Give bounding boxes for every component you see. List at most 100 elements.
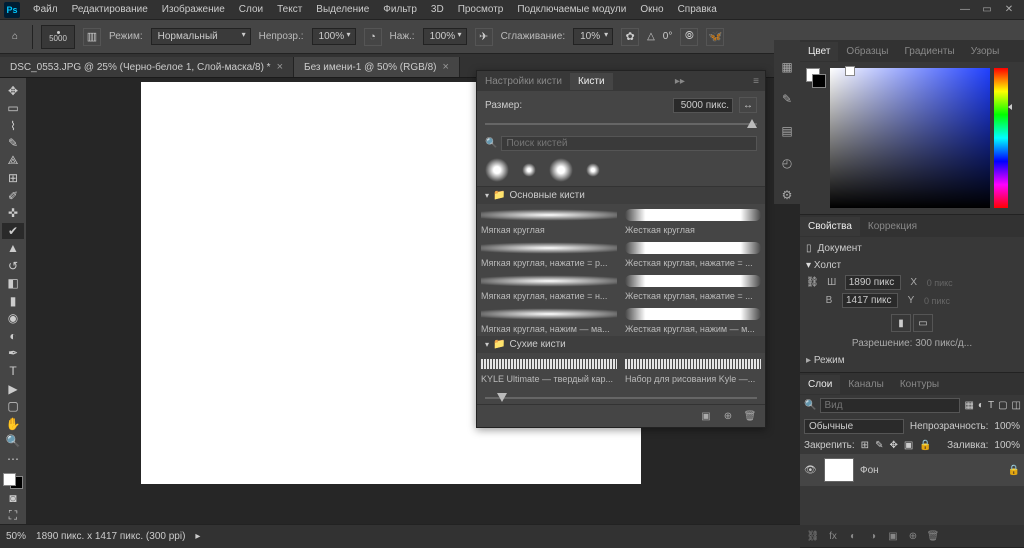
- lock-icon[interactable]: 🔒: [1008, 465, 1020, 476]
- brush-preset[interactable]: Мягкая круглая, нажим — ма...: [477, 303, 621, 336]
- blur-tool[interactable]: ◉: [2, 311, 24, 327]
- libraries-icon[interactable]: ⚙: [778, 186, 796, 204]
- filter-type-icon[interactable]: T: [988, 400, 994, 411]
- tab-brushes[interactable]: Кисти: [570, 73, 613, 90]
- flow-input[interactable]: 100%: [423, 28, 467, 45]
- smoothing-options-icon[interactable]: ✿: [621, 28, 639, 46]
- brush-preset[interactable]: Жесткая круглая, нажатие = ...: [621, 237, 765, 270]
- frame-tool[interactable]: ⊞: [2, 171, 24, 187]
- brush-preset[interactable]: Мягкая круглая, нажатие = р...: [477, 237, 621, 270]
- visibility-toggle[interactable]: 👁: [804, 465, 818, 476]
- layer-mask-icon[interactable]: ◐: [844, 528, 862, 544]
- maximize-button[interactable]: ▭: [978, 3, 996, 17]
- brush-preset[interactable]: Мягкая круглая, нажатие = н...: [477, 270, 621, 303]
- document-info[interactable]: 1890 пикс. x 1417 пикс. (300 ppi): [36, 531, 185, 542]
- document-tab[interactable]: DSC_0553.JPG @ 25% (Черно-белое 1, Слой-…: [0, 57, 294, 77]
- brush-preset[interactable]: KYLE Ultimate — угольный ка...: [477, 386, 621, 392]
- stamp-tool[interactable]: ▲: [2, 241, 24, 257]
- delete-brush-icon[interactable]: 🗑: [743, 409, 757, 423]
- menu-слои[interactable]: Слои: [232, 2, 270, 17]
- zoom-tool[interactable]: 🔍: [2, 433, 24, 449]
- brush-size-slider[interactable]: [485, 119, 757, 129]
- panel-tab[interactable]: Узоры: [963, 42, 1008, 61]
- brush-preset[interactable]: KYLE Ultimate — твердый кар...: [477, 353, 621, 386]
- layer-opacity-value[interactable]: 100%: [994, 421, 1020, 432]
- brush-preset[interactable]: Неровная угольная текстура...: [621, 386, 765, 392]
- home-icon[interactable]: ⌂: [6, 28, 24, 46]
- blend-mode-dropdown[interactable]: Нормальный: [151, 28, 251, 45]
- marquee-tool[interactable]: ▭: [2, 101, 24, 117]
- lock-pixels-icon[interactable]: ⊞: [861, 440, 869, 451]
- panel-tab[interactable]: Каналы: [840, 375, 892, 394]
- type-tool[interactable]: T: [2, 363, 24, 379]
- recent-brush[interactable]: [517, 158, 541, 182]
- panel-tab[interactable]: Образцы: [838, 42, 896, 61]
- brush-preview-slider[interactable]: [485, 394, 757, 402]
- close-tab-icon[interactable]: ×: [277, 61, 283, 73]
- filter-adjust-icon[interactable]: ◐: [978, 400, 984, 411]
- brushes-icon[interactable]: ▤: [778, 122, 796, 140]
- height-input[interactable]: [842, 293, 898, 308]
- menu-просмотр[interactable]: Просмотр: [451, 2, 511, 17]
- symmetry-icon[interactable]: 🦋: [706, 28, 724, 46]
- zoom-level[interactable]: 50%: [6, 531, 26, 542]
- brush-preset-picker[interactable]: 5000: [41, 25, 75, 49]
- brush-preset[interactable]: Мягкая круглая: [477, 204, 621, 237]
- fill-value[interactable]: 100%: [994, 440, 1020, 451]
- smoothing-input[interactable]: 10%: [573, 28, 613, 45]
- saturation-brightness-field[interactable]: [830, 68, 990, 208]
- layer-filter-input[interactable]: [820, 398, 960, 413]
- brush-size-input[interactable]: [673, 98, 733, 113]
- brush-settings-icon[interactable]: ✎: [778, 90, 796, 108]
- brush-preset[interactable]: Набор для рисования Kyle —...: [621, 353, 765, 386]
- quickmask-toggle[interactable]: ◙: [2, 490, 24, 506]
- menu-подключаемые модули[interactable]: Подключаемые модули: [510, 2, 633, 17]
- gradient-tool[interactable]: ▮: [2, 293, 24, 309]
- delete-layer-icon[interactable]: 🗑: [924, 528, 942, 544]
- edit-toolbar[interactable]: ⋯: [2, 451, 24, 467]
- brush-search-input[interactable]: [501, 136, 757, 151]
- crop-tool[interactable]: ⟁: [2, 153, 24, 169]
- tab-brush-settings[interactable]: Настройки кисти: [477, 73, 570, 90]
- hue-slider[interactable]: [994, 68, 1008, 208]
- quick-select-tool[interactable]: ✎: [2, 136, 24, 152]
- eyedropper-tool[interactable]: ✐: [2, 188, 24, 204]
- collapse-panel-icon[interactable]: ▸▸: [669, 76, 691, 87]
- recent-brush[interactable]: [549, 158, 573, 182]
- brush-preset[interactable]: Жесткая круглая: [621, 204, 765, 237]
- path-select-tool[interactable]: ▶: [2, 381, 24, 397]
- portrait-button[interactable]: ▮: [891, 314, 911, 332]
- panel-tab[interactable]: Свойства: [800, 217, 860, 236]
- history-brush-tool[interactable]: ↺: [2, 258, 24, 274]
- recent-brush[interactable]: [485, 158, 509, 182]
- dodge-tool[interactable]: ◐: [2, 328, 24, 344]
- screen-mode[interactable]: ⛶: [2, 507, 24, 523]
- brush-folder[interactable]: ▾📁Сухие кисти: [477, 336, 765, 353]
- menu-выделение[interactable]: Выделение: [309, 2, 376, 17]
- landscape-button[interactable]: ▭: [913, 314, 933, 332]
- info-chevron[interactable]: ▸: [195, 531, 200, 542]
- hand-tool[interactable]: ✋: [2, 416, 24, 432]
- brush-folder[interactable]: ▾📁Основные кисти: [477, 187, 765, 204]
- menu-файл[interactable]: Файл: [26, 2, 65, 17]
- menu-редактирование[interactable]: Редактирование: [65, 2, 155, 17]
- filter-pixel-icon[interactable]: ▦: [964, 400, 973, 411]
- move-tool[interactable]: ✥: [2, 83, 24, 99]
- document-tab[interactable]: Без имени-1 @ 50% (RGB/8)×: [294, 57, 460, 77]
- panel-tab[interactable]: Коррекция: [860, 217, 925, 236]
- color-swatches[interactable]: [3, 473, 23, 489]
- link-layers-icon[interactable]: ⛓: [804, 528, 822, 544]
- angle-value[interactable]: 0°: [663, 31, 673, 42]
- layer-row[interactable]: 👁 Фон 🔒: [800, 454, 1024, 486]
- pen-tool[interactable]: ✒: [2, 346, 24, 362]
- opacity-input[interactable]: 100%: [312, 28, 356, 45]
- group-icon[interactable]: ▣: [884, 528, 902, 544]
- color-picker[interactable]: [806, 68, 1018, 208]
- menu-текст[interactable]: Текст: [270, 2, 309, 17]
- recent-brush[interactable]: [581, 158, 605, 182]
- panel-tab[interactable]: Контуры: [892, 375, 947, 394]
- blend-mode-select[interactable]: Обычные: [804, 419, 904, 434]
- new-brush-icon[interactable]: ⊕: [721, 409, 735, 423]
- layer-fx-icon[interactable]: fx: [824, 528, 842, 544]
- menu-3d[interactable]: 3D: [424, 2, 451, 17]
